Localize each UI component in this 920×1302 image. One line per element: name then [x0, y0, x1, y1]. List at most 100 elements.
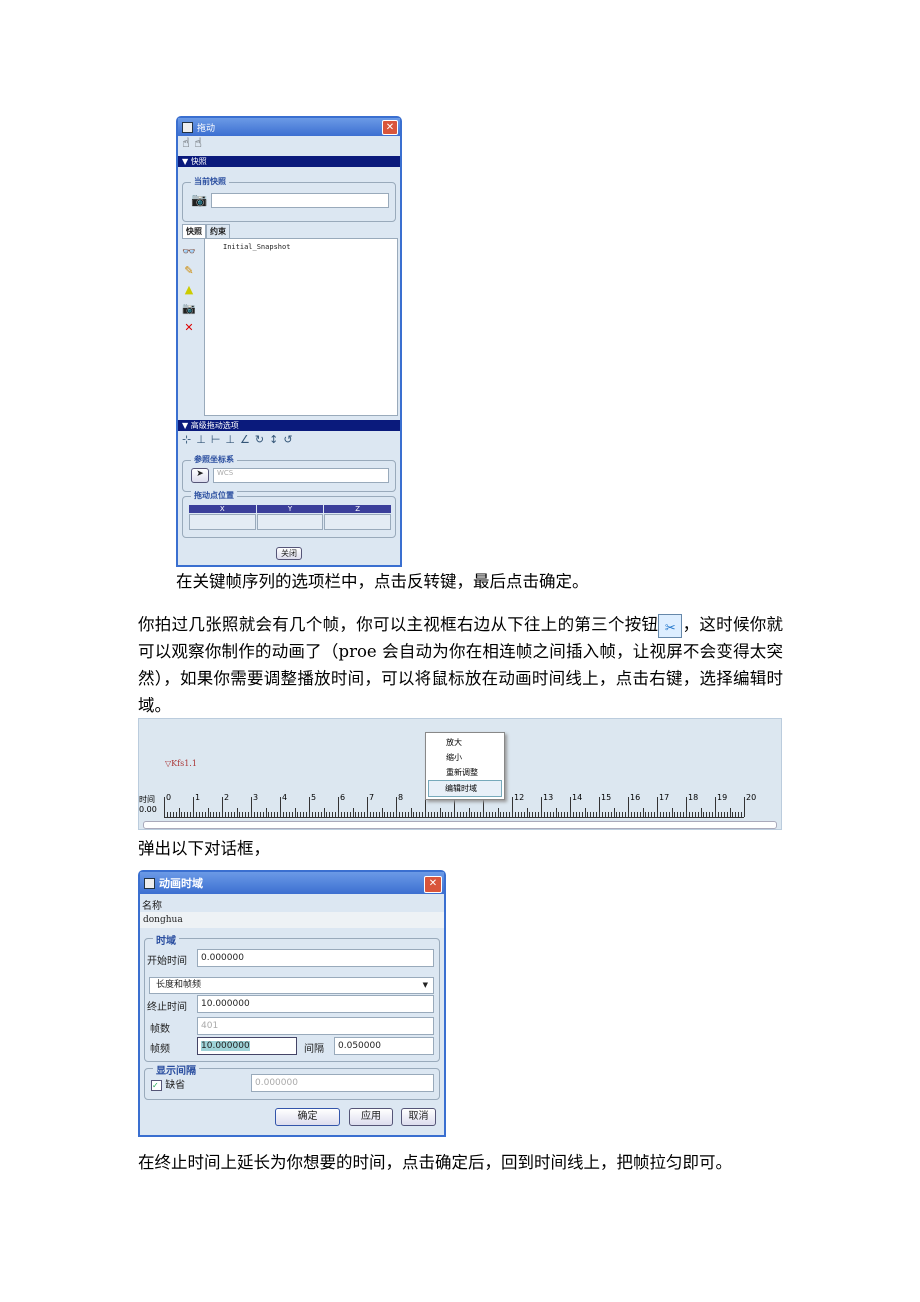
cell-y[interactable]: [256, 514, 324, 530]
ruler-tick: [166, 812, 168, 817]
ruler-tick: [282, 812, 284, 817]
ruler-tick: [529, 812, 531, 817]
z-motion-icon[interactable]: ∠: [240, 433, 255, 446]
ruler-tick: [688, 812, 690, 817]
end-time-input[interactable]: 10.000000: [197, 995, 434, 1013]
select-arrow-button[interactable]: ➤: [191, 468, 209, 483]
ok-button[interactable]: 确定: [275, 1108, 340, 1126]
mode-select[interactable]: 长度和帧频 ▼: [149, 977, 434, 994]
ruler-tick: [717, 812, 719, 817]
close-button[interactable]: 关闭: [276, 547, 302, 560]
ruler-tick: [477, 812, 479, 817]
check-icon: ✓: [151, 1080, 162, 1091]
ruler-tick: [622, 812, 624, 817]
frame-rate-input[interactable]: 10.000000: [197, 1037, 297, 1055]
ruler-tick: [448, 812, 450, 817]
ruler-tick: [639, 812, 641, 817]
display-interval-input[interactable]: 0.000000: [251, 1074, 434, 1092]
constraint-toolbar: ⊹⊥⊢⊥∠↻↕↺: [182, 433, 298, 446]
ruler-tick: [306, 812, 308, 817]
current-snapshot-input[interactable]: [211, 193, 389, 208]
y-motion-icon[interactable]: ⊥: [225, 433, 240, 446]
name-field[interactable]: donghua: [140, 912, 444, 928]
ruler-tick: [512, 797, 513, 817]
camera-add-icon[interactable]: 📷: [181, 299, 197, 318]
ruler-tick: [732, 812, 734, 817]
default-checkbox[interactable]: ✓ 缺省: [151, 1076, 185, 1091]
ruler-tick: [393, 812, 395, 817]
ruler-tick: [381, 808, 383, 817]
hand-snapshot-icon[interactable]: ☝: [194, 136, 202, 151]
list-item[interactable]: Initial_Snapshot: [205, 239, 397, 255]
tab-snapshot[interactable]: 快照: [182, 224, 206, 239]
tab-constraint[interactable]: 约束: [206, 224, 230, 239]
ruler-tick: [671, 808, 673, 817]
delete-icon[interactable]: ✕: [181, 318, 197, 337]
snapshot-list[interactable]: Initial_Snapshot: [204, 238, 398, 416]
ruler-tick: [190, 812, 192, 817]
cell-x[interactable]: [189, 514, 256, 530]
camera-icon[interactable]: 📷: [191, 193, 207, 208]
ruler-tick: [659, 812, 661, 817]
ruler-label: 6: [340, 793, 346, 802]
ruler-tick: [706, 812, 708, 817]
frame-count-input[interactable]: 401: [197, 1017, 434, 1035]
x-rotate-icon[interactable]: ↻: [255, 433, 269, 446]
ruler-tick: [703, 812, 705, 817]
window-icon: [144, 877, 155, 889]
ruler-tick: [523, 812, 525, 817]
x-motion-icon[interactable]: ⊢: [211, 433, 226, 446]
ruler-tick: [193, 797, 194, 817]
start-time-input[interactable]: 0.000000: [197, 949, 434, 967]
dialog-title: 拖动: [197, 123, 216, 134]
edit-icon[interactable]: ✎: [181, 261, 197, 280]
group-label: 显示间隔: [153, 1062, 199, 1077]
point-drag-icon[interactable]: ⊹: [182, 433, 196, 446]
ruler-label: 13: [543, 793, 554, 802]
ruler-tick: [245, 812, 247, 817]
ruler-tick: [271, 812, 273, 817]
ruler-tick: [517, 812, 519, 817]
keyframe-marker[interactable]: ▽Kfs1.1: [165, 759, 197, 768]
menu-item-zoom-out[interactable]: 缩小: [428, 750, 502, 765]
section-label: 快照: [190, 157, 207, 166]
hand-drag-icon[interactable]: ☝: [182, 136, 190, 151]
apply-button[interactable]: 应用: [349, 1108, 393, 1126]
z-rotate-icon[interactable]: ↺: [283, 433, 297, 446]
advanced-section-header[interactable]: ▼ 高级拖动选项: [178, 420, 400, 431]
cell-z[interactable]: [324, 514, 391, 530]
ruler-tick: [164, 797, 165, 817]
view-icon[interactable]: 👓: [181, 242, 197, 261]
menu-item-zoom-in[interactable]: 放大: [428, 735, 502, 750]
time-domain-dialog: 动画时域 ✕ 名称 donghua 时域 开始时间 0.000000 长度和帧频…: [138, 870, 446, 1137]
interval-input[interactable]: 0.050000: [334, 1037, 434, 1055]
ruler-tick: [439, 808, 441, 817]
ruler-tick: [657, 797, 658, 817]
ruler-tick: [726, 812, 728, 817]
ruler-tick: [715, 797, 716, 817]
cancel-button[interactable]: 取消: [401, 1108, 436, 1126]
ruler-label: 7: [369, 793, 375, 802]
close-icon[interactable]: ✕: [424, 876, 442, 893]
close-icon[interactable]: ✕: [382, 120, 398, 135]
ruler-tick: [239, 812, 241, 817]
ruler-tick: [419, 812, 421, 817]
time-label: 时间: [139, 795, 155, 804]
snapshot-section-header[interactable]: ▼ 快照: [178, 156, 400, 167]
horizontal-scrollbar[interactable]: [143, 821, 777, 829]
frame-count-label: 帧数: [150, 1024, 170, 1035]
ruler-tick: [494, 812, 496, 817]
body-drag-icon[interactable]: ⊥: [196, 433, 211, 446]
ref-coord-input[interactable]: WCS: [213, 468, 389, 483]
title-bar: 动画时域: [140, 872, 444, 894]
ruler-tick: [593, 812, 595, 817]
ruler-tick: [720, 812, 722, 817]
ruler-tick: [572, 812, 574, 817]
document-page: 拖动 ✕ ☝ ☝ ▼ 快照 当前快照 📷 快照 约束 👓 ✎ ▲ 📷 ✕ Initial…: [0, 0, 920, 1302]
ruler-tick: [616, 812, 618, 817]
warning-icon[interactable]: ▲: [181, 280, 197, 299]
y-rotate-icon[interactable]: ↕: [269, 433, 283, 446]
menu-item-readjust[interactable]: 重新调整: [428, 765, 502, 780]
menu-item-edit-time-domain[interactable]: 编辑时域: [428, 780, 502, 797]
ruler-tick: [503, 812, 505, 817]
